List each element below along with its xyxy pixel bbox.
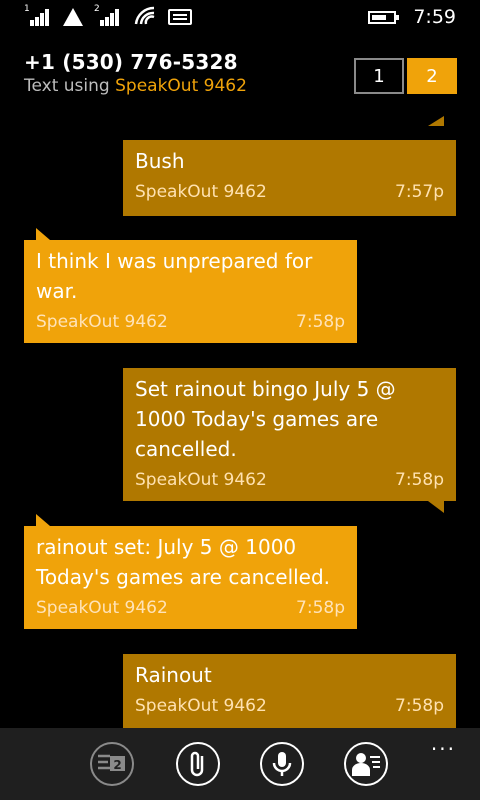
message-notification-icon [168,9,192,25]
contact-card-icon [352,753,380,776]
signal-strength-sim1-icon: 1 [24,4,50,26]
voice-input-button[interactable] [260,742,304,786]
message-bubble-incoming[interactable]: rainout set: July 5 @ 1000 Today's games… [24,526,357,629]
incoming-bubble-tail [36,514,50,526]
message-text: Rainout [135,663,212,687]
message-sender: SpeakOut 9462 [135,696,267,716]
text-using-line: Text using SpeakOut 9462 [24,76,247,96]
sim-selector: 1 2 [354,58,457,94]
sim-1-tab[interactable]: 1 [354,58,404,94]
signal-strength-sim2-icon: 2 [94,4,120,26]
message-sender: SpeakOut 9462 [36,598,168,618]
message-thread[interactable]: Bush SpeakOut 9462 7:57p I think I was un… [0,116,480,728]
incoming-bubble-tail [36,228,50,240]
conversation-header: +1 (530) 776-5328 Text using SpeakOut 94… [24,50,247,96]
message-bubble-incoming[interactable]: I think I was unprepared for war. SpeakO… [24,240,357,343]
outgoing-bubble-tail [428,501,444,513]
message-bubble-outgoing[interactable]: Bush SpeakOut 9462 7:57p [123,140,456,216]
message-text: rainout set: July 5 @ 1000 Today's games… [36,535,331,589]
microphone-icon [272,752,292,776]
message-time: 7:58p [296,598,345,618]
status-bar: 1 2 7:59 [0,0,480,36]
message-bubble-outgoing[interactable]: Set rainout bingo July 5 @ 1000 Today's … [123,368,456,501]
message-sender: SpeakOut 9462 [135,182,267,202]
wifi-icon [134,6,155,25]
switch-sim-button[interactable]: 2 [90,742,134,786]
switch-sim-icon: 2 [98,754,125,772]
message-time: 7:58p [395,696,444,716]
contact-phone-number: +1 (530) 776-5328 [24,50,238,74]
app-bar: 2 ... [0,728,480,800]
message-time: 7:58p [296,312,345,332]
message-text: Bush [135,149,185,173]
message-time: 7:58p [395,470,444,490]
attach-button[interactable] [176,742,220,786]
message-bubble-outgoing[interactable]: Rainout SpeakOut 9462 7:58p [123,654,456,728]
more-options-button[interactable]: ... [431,733,456,753]
message-sender: SpeakOut 9462 [36,312,168,332]
message-sender: SpeakOut 9462 [135,470,267,490]
send-contact-button[interactable] [344,742,388,786]
roaming-triangle-icon [63,8,83,26]
sim-badge: 2 [113,758,121,772]
battery-icon [368,11,399,24]
message-time: 7:57p [395,182,444,202]
attach-icon [190,751,204,777]
previous-bubble-tail [428,116,444,126]
status-time: 7:59 [413,6,456,28]
message-text: Set rainout bingo July 5 @ 1000 Today's … [135,377,396,461]
sim-2-tab[interactable]: 2 [407,58,457,94]
sending-account[interactable]: SpeakOut 9462 [115,76,247,96]
message-text: I think I was unprepared for war. [36,249,313,303]
